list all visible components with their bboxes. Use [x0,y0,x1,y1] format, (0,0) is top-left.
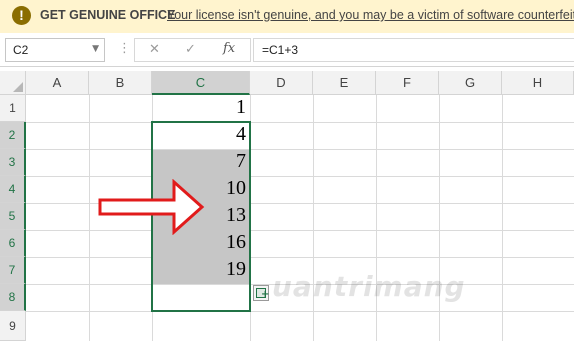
right-arrow-icon [98,179,205,235]
check-icon[interactable]: ✓ [185,42,196,57]
row-header-5[interactable]: 5 [0,203,26,230]
select-all-button[interactable] [0,71,26,95]
column-header-a[interactable]: A [26,71,89,95]
plus-icon: + [261,289,270,300]
column-header-b[interactable]: B [89,71,152,95]
name-box[interactable]: C2 ▼ [5,38,105,62]
warning-title: GET GENUINE OFFICE [40,8,176,22]
license-warning-bar: ! GET GENUINE OFFICE Your license isn't … [0,0,574,34]
cell-c1[interactable]: 1 [152,96,246,119]
auto-fill-options-button[interactable]: + [253,285,269,301]
row-header-7[interactable]: 7 [0,257,26,284]
name-box-value: C2 [13,43,29,57]
column-header-c[interactable]: C [152,71,250,95]
warning-icon: ! [12,6,31,25]
formula-text: =C1+3 [262,43,299,57]
formula-buttons: ✕ ✓ fx [134,38,251,62]
chevron-down-icon[interactable]: ▼ [92,44,99,54]
row-header-8[interactable]: 8 [0,284,26,311]
column-header-e[interactable]: E [313,71,376,95]
row-header-2[interactable]: 2 [0,122,26,149]
column-header-h[interactable]: H [502,71,574,95]
insert-function-button[interactable]: fx [223,41,235,56]
column-header-f[interactable]: F [376,71,439,95]
column-header-g[interactable]: G [439,71,502,95]
row-header-1[interactable]: 1 [0,95,26,122]
cancel-icon[interactable]: ✕ [149,42,160,57]
formula-bar-resize-handle[interactable]: ⋮ [118,41,131,56]
row-header-6[interactable]: 6 [0,230,26,257]
watermark-logo: uantrimang [272,270,466,303]
warning-link[interactable]: Your license isn't genuine, and you may … [167,8,574,22]
row-header-3[interactable]: 3 [0,149,26,176]
formula-input[interactable]: =C1+3 [253,38,574,62]
column-header-d[interactable]: D [250,71,313,95]
row-header-9[interactable]: 9 [0,311,26,341]
row-header-4[interactable]: 4 [0,176,26,203]
formula-bar: C2 ▼ ⋮ ✕ ✓ fx =C1+3 [0,33,574,67]
